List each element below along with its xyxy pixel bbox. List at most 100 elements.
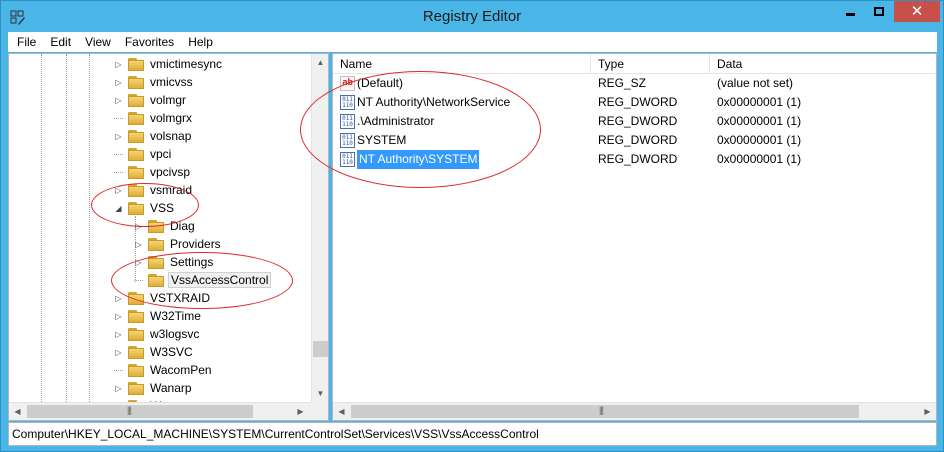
tree-item-wanarp[interactable]: ▷ Wanarp bbox=[114, 379, 194, 397]
tree-item-label: vmictimesync bbox=[150, 57, 223, 71]
value-data: 0x00000001 (1) bbox=[717, 114, 802, 128]
value-data: 0x00000001 (1) bbox=[717, 95, 802, 109]
expand-arrow-icon[interactable]: ▷ bbox=[114, 186, 123, 195]
tree-item-label: VSTXRAID bbox=[150, 291, 211, 305]
folder-icon bbox=[128, 147, 144, 161]
scroll-thumb[interactable] bbox=[27, 405, 253, 418]
tree-item-vssaccesscontrol[interactable]: VssAccessControl bbox=[134, 271, 272, 289]
tree-connector bbox=[114, 168, 123, 173]
scroll-left-button[interactable]: ◀ bbox=[333, 403, 350, 420]
tree-item-label: Providers bbox=[170, 237, 221, 251]
tree-item-vmicvss[interactable]: ▷ vmicvss bbox=[114, 73, 195, 91]
tree-item-w32time[interactable]: ▷ W32Time bbox=[114, 307, 203, 325]
tree-item-label: Settings bbox=[170, 255, 214, 269]
column-header-data[interactable]: Data bbox=[710, 54, 936, 74]
value-type: REG_SZ bbox=[598, 76, 647, 90]
tree-item-diag[interactable]: ▷ Diag bbox=[134, 217, 197, 235]
registry-editor-window: Registry Editor ✕ File Edit View Favorit… bbox=[0, 0, 944, 452]
tree-item-w3logsvc[interactable]: ▷ w3logsvc bbox=[114, 325, 201, 343]
binary-value-icon: 011 110 bbox=[340, 95, 355, 110]
scroll-left-button[interactable]: ◀ bbox=[9, 403, 26, 420]
menu-edit[interactable]: Edit bbox=[43, 32, 78, 52]
tree-item-volsnap[interactable]: ▷ volsnap bbox=[114, 127, 193, 145]
tree-item-vpci[interactable]: vpci bbox=[114, 145, 173, 163]
scroll-grip-icon: ||| bbox=[127, 405, 132, 415]
value-row[interactable]: 011 110 .\Administrator REG_DWORD 0x0000000… bbox=[333, 112, 936, 131]
tree-item-providers[interactable]: ▷ Providers bbox=[134, 235, 223, 253]
scroll-grip-icon: ||| bbox=[599, 405, 604, 415]
tree-item-volmgr[interactable]: ▷ volmgr bbox=[114, 91, 188, 109]
minimize-icon bbox=[845, 13, 855, 16]
scroll-thumb[interactable] bbox=[313, 341, 328, 357]
menu-favorites[interactable]: Favorites bbox=[118, 32, 181, 52]
menu-help[interactable]: Help bbox=[181, 32, 220, 52]
expand-arrow-icon[interactable]: ▷ bbox=[114, 312, 123, 321]
scrollbar-corner bbox=[311, 402, 328, 420]
close-icon: ✕ bbox=[910, 3, 924, 20]
value-name: SYSTEM bbox=[357, 133, 407, 147]
tree-item-settings[interactable]: ▷ Settings bbox=[134, 253, 215, 271]
value-row[interactable]: 011 110 NT Authority\SYSTEM REG_DWORD 0x000… bbox=[333, 150, 936, 169]
values-list-pane[interactable]: Name Type Data ab (Default) REG_SZ (value n… bbox=[332, 53, 937, 421]
value-row[interactable]: 011 110 SYSTEM REG_DWORD 0x00000001 (1) bbox=[333, 131, 936, 150]
folder-icon bbox=[148, 237, 164, 251]
menu-view[interactable]: View bbox=[78, 32, 118, 52]
tree-item-vpcivsp[interactable]: vpcivsp bbox=[114, 163, 192, 181]
tree-item-vss[interactable]: ◢ VSS bbox=[114, 199, 176, 217]
expand-arrow-icon[interactable]: ▷ bbox=[114, 348, 123, 357]
scroll-up-button[interactable]: ▲ bbox=[312, 54, 328, 71]
string-value-icon: ab bbox=[340, 76, 355, 91]
tree-item-vstxraid[interactable]: ▷ VSTXRAID bbox=[114, 289, 212, 307]
tree-item-label: vsmraid bbox=[150, 183, 193, 197]
folder-icon bbox=[128, 93, 144, 107]
folder-icon bbox=[128, 345, 144, 359]
collapse-arrow-icon[interactable]: ◢ bbox=[114, 204, 123, 213]
tree-item-vsmraid[interactable]: ▷ vsmraid bbox=[114, 181, 194, 199]
tree-item-vmictimesync[interactable]: ▷ vmictimesync bbox=[114, 55, 224, 73]
close-button[interactable]: ✕ bbox=[894, 1, 940, 22]
binary-value-icon: 011 110 bbox=[340, 133, 355, 148]
expand-arrow-icon[interactable]: ▷ bbox=[114, 294, 123, 303]
folder-icon bbox=[128, 327, 144, 341]
value-name: NT Authority\NetworkService bbox=[357, 95, 511, 109]
value-row[interactable]: 011 110 NT Authority\NetworkService REG_DW… bbox=[333, 93, 936, 112]
expand-arrow-icon[interactable]: ▷ bbox=[114, 78, 123, 87]
expand-arrow-icon[interactable]: ▷ bbox=[114, 384, 123, 393]
tree-item-wacompen[interactable]: WacomPen bbox=[114, 361, 214, 379]
scroll-thumb[interactable] bbox=[351, 405, 859, 418]
expand-arrow-icon[interactable]: ▷ bbox=[114, 96, 123, 105]
value-data: (value not set) bbox=[717, 76, 794, 90]
expand-arrow-icon[interactable]: ▷ bbox=[134, 240, 143, 249]
expand-arrow-icon[interactable]: ▷ bbox=[134, 222, 143, 231]
tree-item-volmgrx[interactable]: volmgrx bbox=[114, 109, 194, 127]
value-data: 0x00000001 (1) bbox=[717, 133, 802, 147]
list-header: Name Type Data bbox=[333, 54, 936, 74]
scroll-right-button[interactable]: ▶ bbox=[919, 403, 936, 420]
key-tree: ▷ vmictimesync ▷ vmicvss ▷ volmgr volmgrx ▷ vols… bbox=[9, 54, 311, 402]
tree-item-w3svc[interactable]: ▷ W3SVC bbox=[114, 343, 195, 361]
tree-item-label: VssAccessControl bbox=[168, 272, 272, 288]
title-bar[interactable]: Registry Editor ✕ bbox=[1, 1, 943, 32]
value-type: REG_DWORD bbox=[598, 95, 678, 109]
folder-icon bbox=[128, 165, 144, 179]
expand-arrow-icon[interactable]: ▷ bbox=[134, 258, 143, 267]
list-horizontal-scrollbar[interactable]: ◀ ||| ▶ bbox=[333, 402, 936, 420]
maximize-button[interactable] bbox=[865, 1, 892, 22]
folder-icon bbox=[128, 381, 144, 395]
expand-arrow-icon[interactable]: ▷ bbox=[114, 60, 123, 69]
column-header-type[interactable]: Type bbox=[591, 54, 710, 74]
tree-horizontal-scrollbar[interactable]: ◀ ||| ▶ bbox=[9, 402, 311, 420]
folder-icon bbox=[128, 57, 144, 71]
menu-file[interactable]: File bbox=[10, 32, 43, 52]
scroll-down-button[interactable]: ▼ bbox=[312, 385, 328, 402]
value-row[interactable]: ab (Default) REG_SZ (value not set) bbox=[333, 74, 936, 93]
minimize-button[interactable] bbox=[837, 1, 863, 22]
column-header-name[interactable]: Name bbox=[333, 54, 591, 74]
tree-item-label: W32Time bbox=[150, 309, 201, 323]
expand-arrow-icon[interactable]: ▷ bbox=[114, 330, 123, 339]
tree-vertical-scrollbar[interactable]: ▲ ▼ bbox=[311, 54, 328, 402]
expand-arrow-icon[interactable]: ▷ bbox=[114, 132, 123, 141]
key-tree-pane[interactable]: ▷ vmictimesync ▷ vmicvss ▷ volmgr volmgrx ▷ vols… bbox=[8, 53, 329, 421]
scroll-right-button[interactable]: ▶ bbox=[292, 403, 309, 420]
folder-icon bbox=[148, 255, 164, 269]
